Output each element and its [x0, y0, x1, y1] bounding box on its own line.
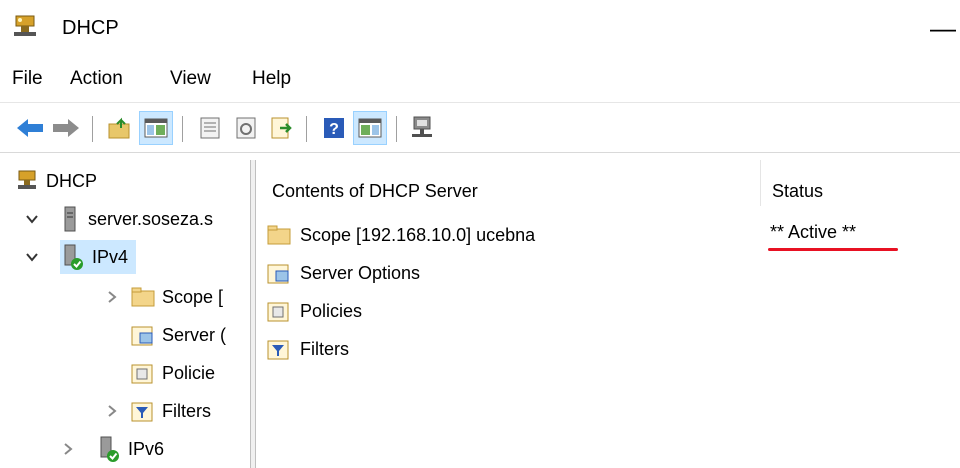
- tree-item-ipv4[interactable]: IPv4: [26, 240, 137, 274]
- show-action-pane-icon[interactable]: [353, 111, 387, 145]
- tree-item-server-options[interactable]: Server (: [130, 318, 226, 352]
- list-item-server-options[interactable]: Server Options: [266, 256, 420, 290]
- export-list-icon[interactable]: [266, 112, 298, 144]
- tree-label-server: server.soseza.s: [88, 208, 214, 229]
- tree-item-ipv6[interactable]: IPv6: [60, 432, 164, 466]
- folder-icon: [267, 225, 291, 245]
- tree-item-dhcp-root[interactable]: DHCP: [16, 164, 97, 198]
- help-icon[interactable]: ?: [318, 112, 350, 144]
- refresh-icon[interactable]: [230, 112, 262, 144]
- console-tree: DHCP server.soseza.s IPv4 Scope [ Server…: [0, 160, 250, 468]
- filter-icon: [267, 340, 289, 360]
- window-title: DHCP: [62, 17, 119, 39]
- folder-icon: [131, 287, 155, 307]
- menu-view[interactable]: View: [170, 68, 211, 90]
- tree-label-ipv6: IPv6: [128, 438, 165, 459]
- dhcp-server-icon[interactable]: [406, 112, 438, 144]
- list-label-server-options: Server Options: [300, 262, 421, 283]
- scope-status-text: ** Active **: [770, 222, 857, 242]
- properties-icon[interactable]: [194, 112, 226, 144]
- tree-item-filters[interactable]: Filters: [104, 394, 211, 428]
- toolbar: ?: [0, 106, 960, 152]
- menu-action[interactable]: Action: [70, 68, 123, 90]
- chevron-right-icon[interactable]: [104, 289, 120, 305]
- tree-label-policies: Policie: [162, 362, 216, 383]
- tree-item-policies[interactable]: Policie: [130, 356, 215, 390]
- back-arrow-icon[interactable]: [14, 112, 46, 144]
- list-item-policies[interactable]: Policies: [266, 294, 362, 328]
- dhcp-root-icon: [18, 170, 36, 189]
- annotation-underline: [768, 248, 898, 251]
- list-label-filters: Filters: [300, 338, 349, 359]
- list-item-filters[interactable]: Filters: [266, 332, 349, 366]
- tree-label-filters: Filters: [162, 400, 211, 421]
- menu-bar: File Action View Help: [0, 58, 960, 100]
- chevron-right-icon[interactable]: [104, 403, 120, 419]
- list-label-scope: Scope [192.168.10.0] ucebna: [300, 224, 536, 245]
- tree-label-dhcp: DHCP: [46, 170, 98, 191]
- filter-icon: [131, 402, 153, 422]
- pane-splitter[interactable]: [250, 160, 256, 468]
- menu-file[interactable]: File: [12, 68, 43, 90]
- chevron-down-icon[interactable]: [24, 211, 40, 227]
- tree-label-scope: Scope [: [162, 286, 224, 307]
- list-item-scope[interactable]: Scope [192.168.10.0] ucebna: [266, 218, 535, 252]
- column-divider[interactable]: [760, 160, 761, 206]
- column-header-contents[interactable]: Contents of DHCP Server: [272, 181, 478, 202]
- up-folder-icon[interactable]: [104, 112, 136, 144]
- toolbar-divider: [0, 152, 960, 153]
- list-label-policies: Policies: [300, 300, 363, 321]
- tree-item-server[interactable]: server.soseza.s: [24, 202, 213, 236]
- column-header-status[interactable]: Status: [772, 181, 823, 202]
- policies-icon: [267, 302, 289, 322]
- svg-text:?: ?: [329, 121, 339, 138]
- tree-label-ipv4: IPv4: [92, 246, 129, 267]
- server-options-icon: [267, 264, 289, 284]
- policies-icon: [131, 364, 153, 384]
- server-options-icon: [131, 326, 153, 346]
- tree-label-server-options: Server (: [162, 324, 227, 345]
- title-bar: DHCP —: [0, 0, 960, 56]
- chevron-down-icon[interactable]: [24, 249, 40, 265]
- minimize-button[interactable]: —: [930, 10, 960, 46]
- forward-arrow-icon[interactable]: [50, 112, 82, 144]
- show-hide-tree-icon[interactable]: [139, 111, 173, 145]
- ipv4-icon: [64, 244, 83, 270]
- menu-divider: [0, 102, 960, 103]
- server-icon: [64, 206, 76, 232]
- ipv6-icon: [100, 436, 119, 462]
- menu-help[interactable]: Help: [252, 68, 291, 90]
- dhcp-app-icon: [14, 15, 36, 36]
- tree-item-scope[interactable]: Scope [: [104, 280, 223, 314]
- chevron-right-icon[interactable]: [60, 441, 76, 457]
